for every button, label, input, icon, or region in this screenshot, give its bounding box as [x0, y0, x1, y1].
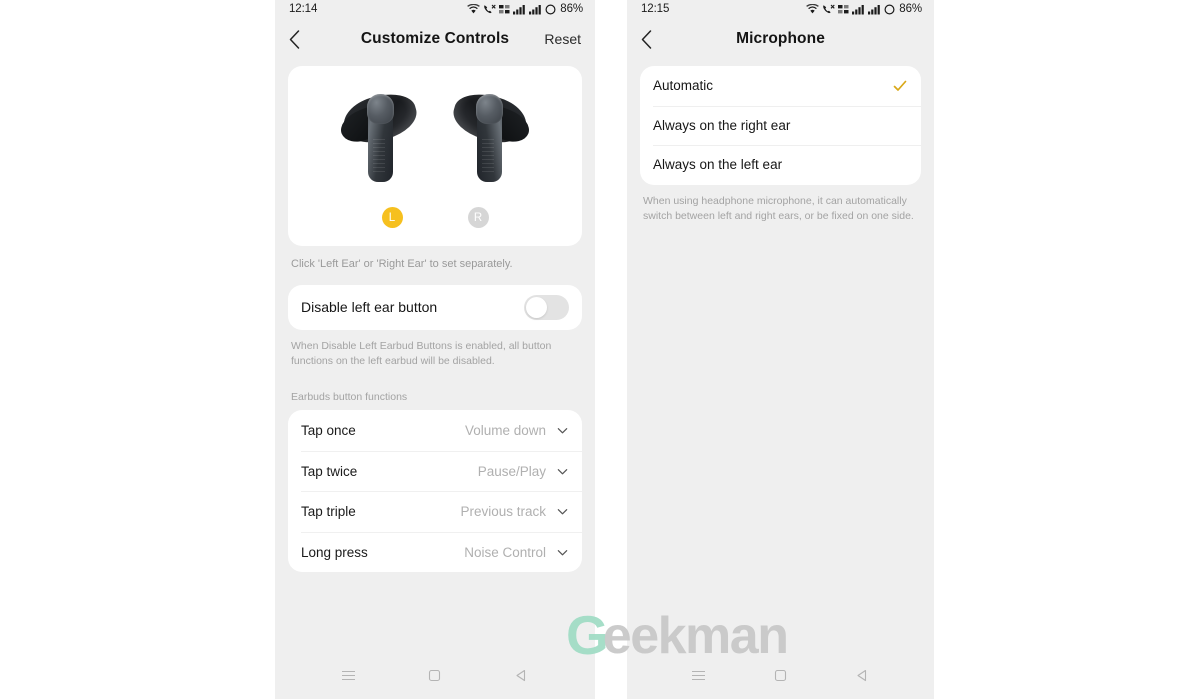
home-square-icon	[429, 669, 441, 682]
call-signal-icon	[484, 4, 496, 13]
screenshot-stage: 12:14 86% Customize Controls Reset L R C…	[0, 0, 1200, 699]
battery-icon	[884, 3, 895, 15]
mobile-data-icon	[838, 4, 849, 13]
menu-button[interactable]	[340, 667, 357, 689]
signal-bars-icon	[852, 4, 865, 14]
function-row-tap-twice[interactable]: Tap twice Pause/Play	[288, 450, 582, 492]
selected-check	[892, 78, 908, 94]
status-bar-icons: 86%	[467, 3, 583, 15]
status-bar-right: 12:15 86%	[627, 0, 934, 18]
content-right: Automatic Always on the right ear Always…	[627, 66, 934, 224]
function-row-long-press[interactable]: Long press Noise Control	[288, 531, 582, 573]
function-value: Previous track	[460, 504, 546, 520]
left-ear-badge[interactable]: L	[381, 207, 403, 228]
left-earbud-image[interactable]	[336, 80, 422, 200]
earbuds-functions-card: Tap once Volume down Tap twice Pause/Pla…	[288, 410, 582, 573]
function-key: Tap twice	[301, 463, 358, 479]
function-key: Tap triple	[301, 504, 356, 520]
content-left: L R Click 'Left Ear' or 'Right Ear' to s…	[275, 66, 595, 573]
menu-icon	[341, 670, 355, 681]
android-nav-bar-right	[627, 657, 934, 699]
nav-header-left: Customize Controls Reset	[275, 18, 595, 60]
battery-percent: 86%	[560, 3, 583, 15]
toggle-knob	[526, 296, 547, 318]
page-title: Microphone	[736, 30, 825, 47]
chevron-left-icon	[289, 29, 300, 49]
back-triangle-icon	[857, 669, 867, 682]
disable-left-ear-description: When Disable Left Earbud Buttons is enab…	[291, 339, 552, 368]
home-button[interactable]	[426, 667, 443, 689]
signal-bars-icon	[513, 4, 526, 14]
back-nav-button[interactable]	[854, 667, 871, 689]
function-row-tap-triple[interactable]: Tap triple Previous track	[288, 491, 582, 532]
signal-bars-2-icon	[529, 4, 542, 14]
reset-button[interactable]: Reset	[544, 31, 581, 47]
function-value: Noise Control	[464, 544, 546, 560]
earbud-side-badges: L R	[288, 207, 582, 228]
signal-bars-2-icon	[868, 4, 881, 14]
android-nav-bar-left	[275, 657, 595, 699]
earbuds-preview-card: L R	[288, 66, 582, 246]
chevron-down-icon	[557, 549, 568, 555]
right-earbud-image[interactable]	[448, 80, 534, 200]
back-button[interactable]	[641, 26, 663, 52]
battery-percent: 86%	[899, 3, 922, 15]
wifi-icon	[467, 3, 481, 13]
nav-header-right: Microphone	[627, 18, 934, 60]
microphone-options-card: Automatic Always on the right ear Always…	[640, 66, 921, 185]
home-button[interactable]	[772, 667, 789, 689]
microphone-description: When using headphone microphone, it can …	[643, 194, 914, 222]
option-row-left-ear[interactable]: Always on the left ear	[640, 145, 921, 185]
status-bar-time: 12:15	[641, 3, 670, 15]
wifi-icon	[806, 3, 820, 13]
menu-button[interactable]	[690, 667, 707, 689]
earbuds-functions-section-label: Earbuds button functions	[291, 391, 408, 404]
function-key: Tap once	[301, 423, 356, 439]
option-row-right-ear[interactable]: Always on the right ear	[640, 105, 921, 146]
chevron-down-icon	[557, 428, 568, 434]
function-key: Long press	[301, 544, 368, 560]
option-row-automatic[interactable]: Automatic	[640, 66, 921, 106]
disable-left-ear-button-row[interactable]: Disable left ear button	[288, 284, 582, 330]
right-ear-badge[interactable]: R	[467, 207, 489, 228]
phone-screen-microphone: 12:15 86% Microphone Automatic Always on…	[627, 0, 934, 699]
option-label: Automatic	[653, 78, 714, 94]
menu-icon	[691, 670, 705, 681]
chevron-left-icon	[641, 29, 652, 49]
chevron-down-icon	[557, 509, 568, 515]
call-signal-icon	[823, 4, 835, 13]
mobile-data-icon	[499, 4, 510, 13]
chevron-down-icon	[557, 468, 568, 474]
check-icon	[893, 80, 907, 91]
option-label: Always on the right ear	[653, 117, 791, 133]
home-square-icon	[774, 669, 787, 682]
earbuds-illustration	[288, 80, 582, 200]
earbuds-hint-text: Click 'Left Ear' or 'Right Ear' to set s…	[291, 258, 513, 270]
phone-screen-customize-controls: 12:14 86% Customize Controls Reset L R C…	[275, 0, 595, 699]
back-triangle-icon	[516, 669, 526, 682]
disable-left-ear-button-label: Disable left ear button	[301, 299, 438, 316]
option-label: Always on the left ear	[653, 157, 783, 173]
back-button[interactable]	[289, 26, 311, 52]
battery-icon	[545, 3, 556, 15]
status-bar-time: 12:14	[289, 3, 318, 15]
status-bar-left: 12:14 86%	[275, 0, 595, 18]
function-value: Pause/Play	[477, 463, 546, 479]
status-bar-icons: 86%	[806, 3, 922, 15]
back-nav-button[interactable]	[513, 667, 530, 689]
function-row-tap-once[interactable]: Tap once Volume down	[288, 410, 582, 451]
function-value: Volume down	[464, 423, 546, 439]
disable-left-ear-button-toggle[interactable]	[524, 294, 569, 320]
